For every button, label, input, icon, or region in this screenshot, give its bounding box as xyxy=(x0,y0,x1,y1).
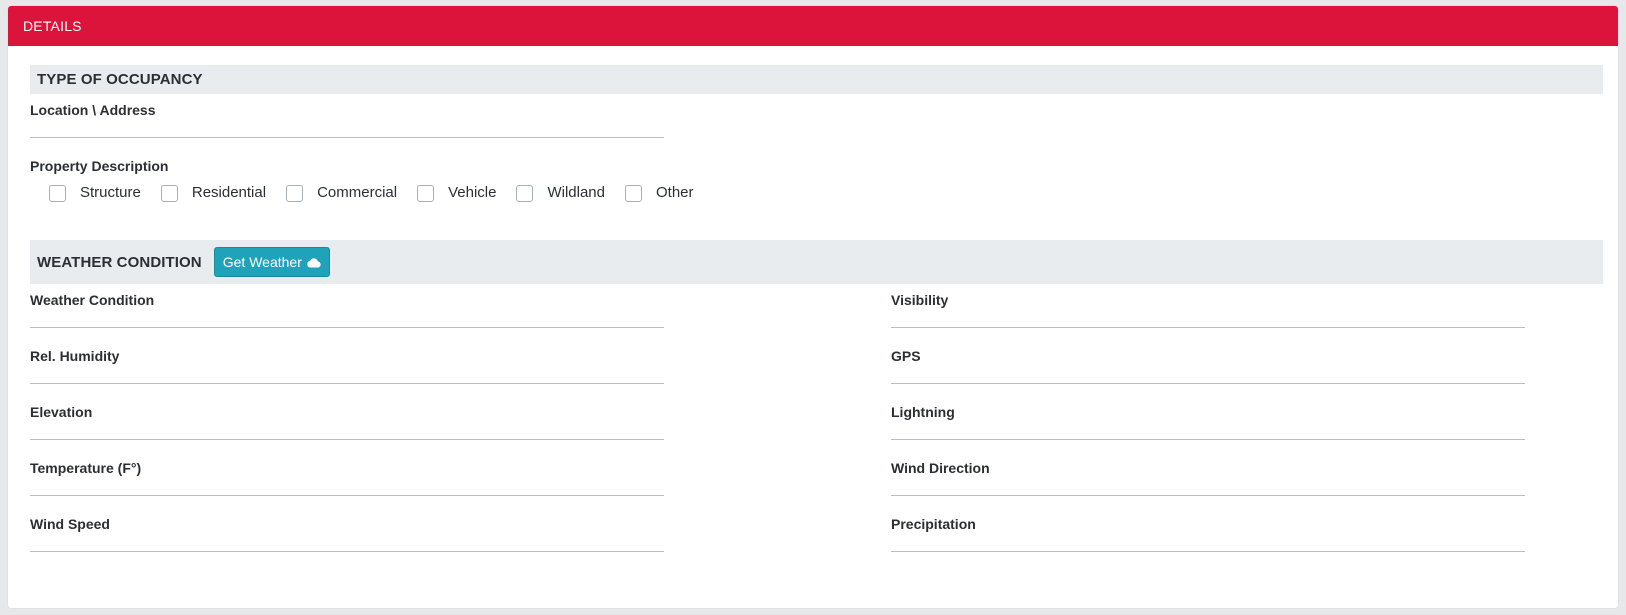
option-label: Wildland xyxy=(547,183,605,201)
temperature-input[interactable] xyxy=(30,478,664,496)
temperature-underline xyxy=(30,495,664,496)
checkbox-structure[interactable] xyxy=(49,185,66,202)
weather-condition-field: Weather Condition xyxy=(30,292,664,328)
option-label: Vehicle xyxy=(448,183,497,201)
visibility-underline xyxy=(891,327,1525,328)
occupancy-section-title: TYPE OF OCCUPANCY xyxy=(37,71,203,88)
checkbox-residential[interactable] xyxy=(160,185,178,202)
gps-field: GPS xyxy=(891,348,1525,384)
wind-speed-underline xyxy=(30,551,664,552)
option-residential[interactable]: Residential xyxy=(160,182,267,202)
checkbox-other[interactable] xyxy=(625,185,642,202)
get-weather-label: Get Weather xyxy=(222,254,302,270)
wind-speed-field: Wind Speed xyxy=(30,516,664,552)
option-vehicle[interactable]: Vehicle xyxy=(417,182,496,202)
option-label: Other xyxy=(656,183,694,201)
visibility-label: Visibility xyxy=(891,292,949,308)
elevation-field: Elevation xyxy=(30,404,664,440)
option-label: Commercial xyxy=(317,183,398,201)
location-address-field: Location \ Address xyxy=(30,102,664,138)
elevation-input[interactable] xyxy=(30,422,664,440)
wind-direction-label: Wind Direction xyxy=(891,460,990,476)
property-description-field: Property Description xyxy=(30,158,664,174)
weather-condition-underline xyxy=(30,327,664,328)
location-address-label: Location \ Address xyxy=(30,102,156,118)
occupancy-section-bar: TYPE OF OCCUPANCY xyxy=(30,65,1603,94)
cloud-icon xyxy=(307,257,321,268)
elevation-underline xyxy=(30,439,664,440)
option-label: Residential xyxy=(191,183,267,201)
gps-underline xyxy=(891,383,1525,384)
option-commercial[interactable]: Commercial xyxy=(286,182,397,202)
visibility-input[interactable] xyxy=(891,310,1525,328)
location-address-underline xyxy=(30,137,664,138)
precipitation-field: Precipitation xyxy=(891,516,1525,552)
checkbox-wildland[interactable] xyxy=(516,185,534,202)
rel-humidity-input[interactable] xyxy=(30,366,664,384)
option-other[interactable]: Other xyxy=(625,182,694,202)
option-label: Structure xyxy=(80,183,141,201)
rel-humidity-field: Rel. Humidity xyxy=(30,348,664,384)
wind-speed-input[interactable] xyxy=(30,534,664,552)
checkbox-vehicle[interactable] xyxy=(417,185,435,202)
wind-direction-field: Wind Direction xyxy=(891,460,1525,496)
precipitation-input[interactable] xyxy=(891,534,1525,552)
wind-direction-input[interactable] xyxy=(891,478,1525,496)
rel-humidity-underline xyxy=(30,383,664,384)
rel-humidity-label: Rel. Humidity xyxy=(30,348,120,364)
weather-section-bar: WEATHER CONDITION Get Weather xyxy=(30,240,1603,284)
temperature-field: Temperature (F°) xyxy=(30,460,664,496)
panel-header: DETAILS xyxy=(8,6,1618,46)
visibility-field: Visibility xyxy=(891,292,1525,328)
gps-input[interactable] xyxy=(891,366,1525,384)
lightning-field: Lightning xyxy=(891,404,1525,440)
property-description-options: Structure Residential Commercial Vehicle… xyxy=(49,182,714,202)
weather-section-title: WEATHER CONDITION xyxy=(37,253,202,271)
lightning-label: Lightning xyxy=(891,404,955,420)
elevation-label: Elevation xyxy=(30,404,93,420)
get-weather-button[interactable]: Get Weather xyxy=(213,247,330,277)
temperature-label: Temperature (F°) xyxy=(30,460,142,476)
gps-label: GPS xyxy=(891,348,921,364)
wind-speed-label: Wind Speed xyxy=(30,516,110,532)
precipitation-underline xyxy=(891,551,1525,552)
option-wildland[interactable]: Wildland xyxy=(516,182,605,202)
wind-direction-underline xyxy=(891,495,1525,496)
precipitation-label: Precipitation xyxy=(891,516,976,532)
lightning-underline xyxy=(891,439,1525,440)
weather-condition-label: Weather Condition xyxy=(30,292,155,308)
property-description-label: Property Description xyxy=(30,158,169,174)
weather-condition-input[interactable] xyxy=(30,310,664,328)
option-structure[interactable]: Structure xyxy=(49,182,141,202)
checkbox-commercial[interactable] xyxy=(286,185,304,202)
details-panel: DETAILS TYPE OF OCCUPANCY Location \ Add… xyxy=(8,6,1618,608)
lightning-input[interactable] xyxy=(891,422,1525,440)
location-address-input[interactable] xyxy=(30,120,664,138)
